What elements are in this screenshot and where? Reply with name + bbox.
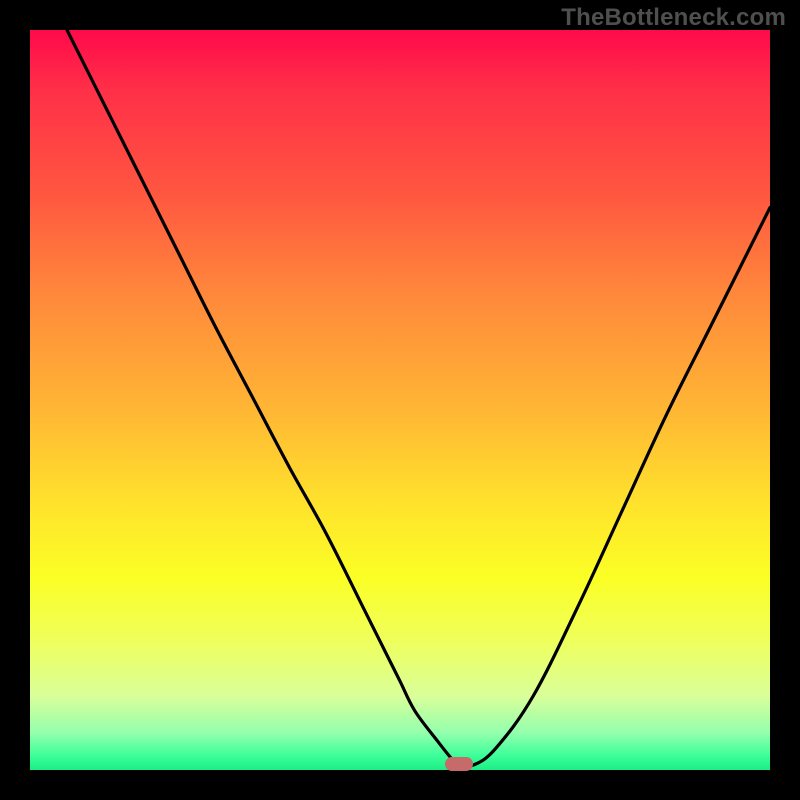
optimal-point-marker xyxy=(445,757,473,771)
plot-area xyxy=(30,30,770,770)
watermark-text: TheBottleneck.com xyxy=(561,4,786,32)
bottleneck-curve xyxy=(30,30,770,770)
chart-frame: TheBottleneck.com xyxy=(0,0,800,800)
